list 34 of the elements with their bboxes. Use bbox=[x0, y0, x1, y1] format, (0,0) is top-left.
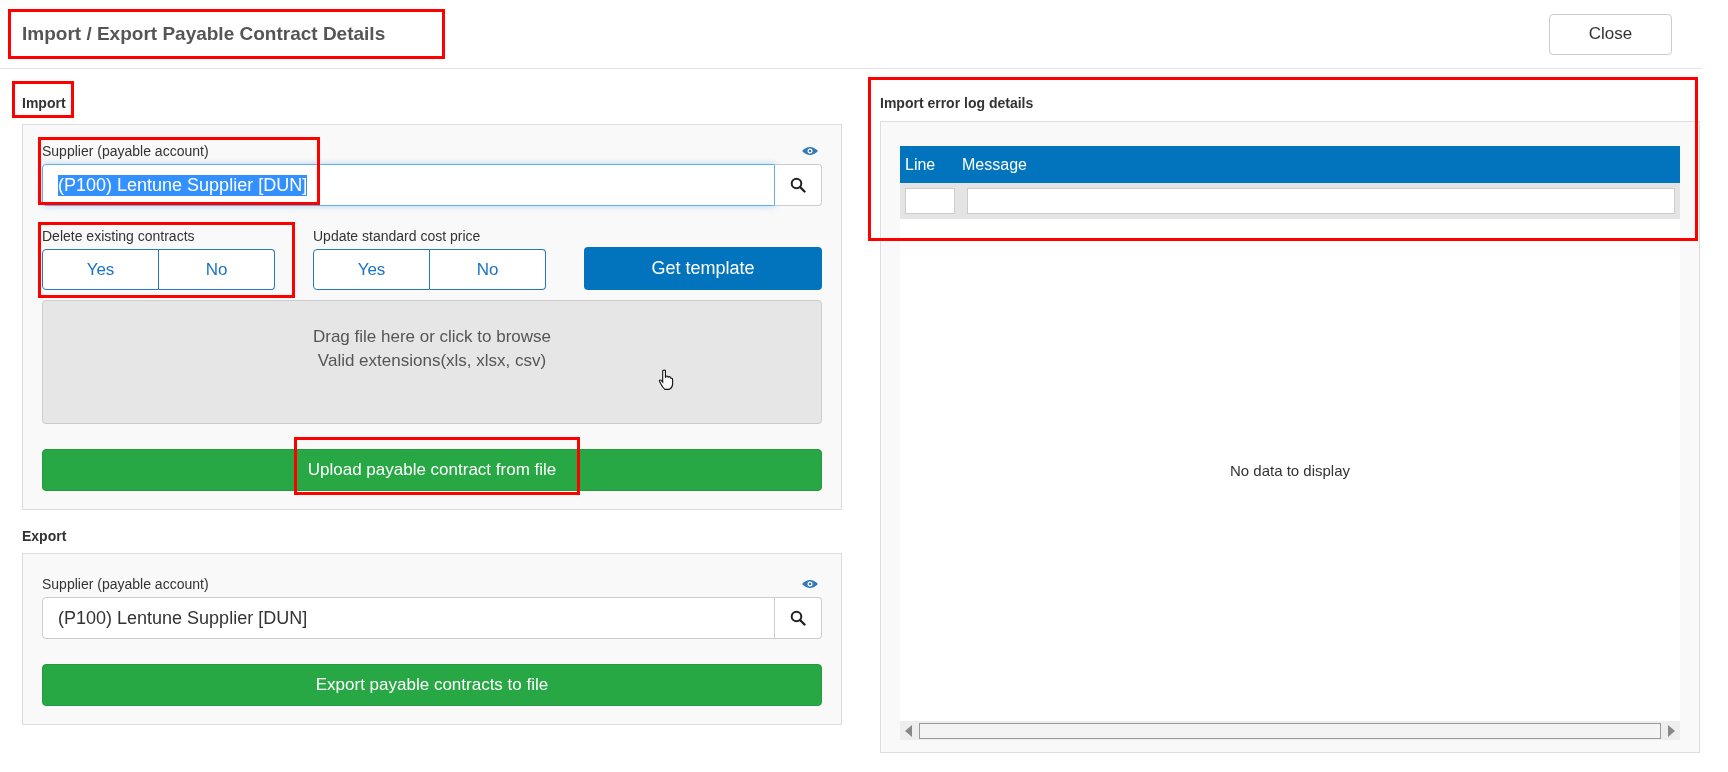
field-label: Delete existing contracts bbox=[42, 228, 196, 244]
filter-input-field[interactable] bbox=[967, 188, 1675, 214]
field-label: Supplier (payable account) bbox=[42, 576, 209, 592]
field-label: Update standard cost price bbox=[313, 228, 482, 244]
scroll-left-icon[interactable] bbox=[905, 724, 913, 737]
close-button[interactable]: Close bbox=[1549, 13, 1672, 55]
search-icon[interactable] bbox=[790, 610, 806, 626]
hand-cursor-icon bbox=[658, 369, 674, 391]
search-button[interactable] bbox=[775, 164, 822, 206]
search-icon[interactable] bbox=[790, 177, 806, 193]
supplier-input-field[interactable]: (P100) Lentune Supplier [DUN] bbox=[42, 597, 775, 639]
toggle-option[interactable]: Yes bbox=[42, 249, 159, 290]
toggle-option[interactable]: No bbox=[430, 249, 546, 290]
file-dropzone[interactable]: Drag file here or click to browse Valid extensions(xls, xlsx, csv) bbox=[42, 300, 822, 424]
search-button[interactable] bbox=[775, 597, 822, 639]
supplier-input-field[interactable]: (P100) Lentune Supplier [DUN] bbox=[42, 164, 775, 206]
section-label: Import error log details bbox=[880, 94, 1035, 113]
column-header[interactable]: Line bbox=[900, 155, 962, 174]
get-template-button[interactable]: Get template bbox=[584, 247, 822, 290]
export-button[interactable]: Export payable contracts to file bbox=[42, 664, 822, 706]
section-label: Import bbox=[22, 94, 66, 113]
scroll-right-icon[interactable] bbox=[1667, 724, 1675, 737]
column-header[interactable]: Message bbox=[962, 155, 1680, 174]
upload-button[interactable]: Upload payable contract from file bbox=[42, 449, 822, 491]
empty-message: No data to display bbox=[1229, 461, 1351, 479]
filter-input-field[interactable] bbox=[905, 188, 955, 214]
eye-icon[interactable] bbox=[802, 579, 818, 589]
toggle-option[interactable]: No bbox=[159, 249, 275, 290]
window-title: Import / Export Payable Contract Details bbox=[22, 22, 387, 46]
eye-icon[interactable] bbox=[802, 146, 818, 156]
section-label: Export bbox=[22, 527, 68, 546]
field-label: Supplier (payable account) bbox=[42, 143, 209, 159]
horizontal-scrollbar[interactable] bbox=[900, 721, 1680, 740]
toggle-option[interactable]: Yes bbox=[313, 249, 430, 290]
